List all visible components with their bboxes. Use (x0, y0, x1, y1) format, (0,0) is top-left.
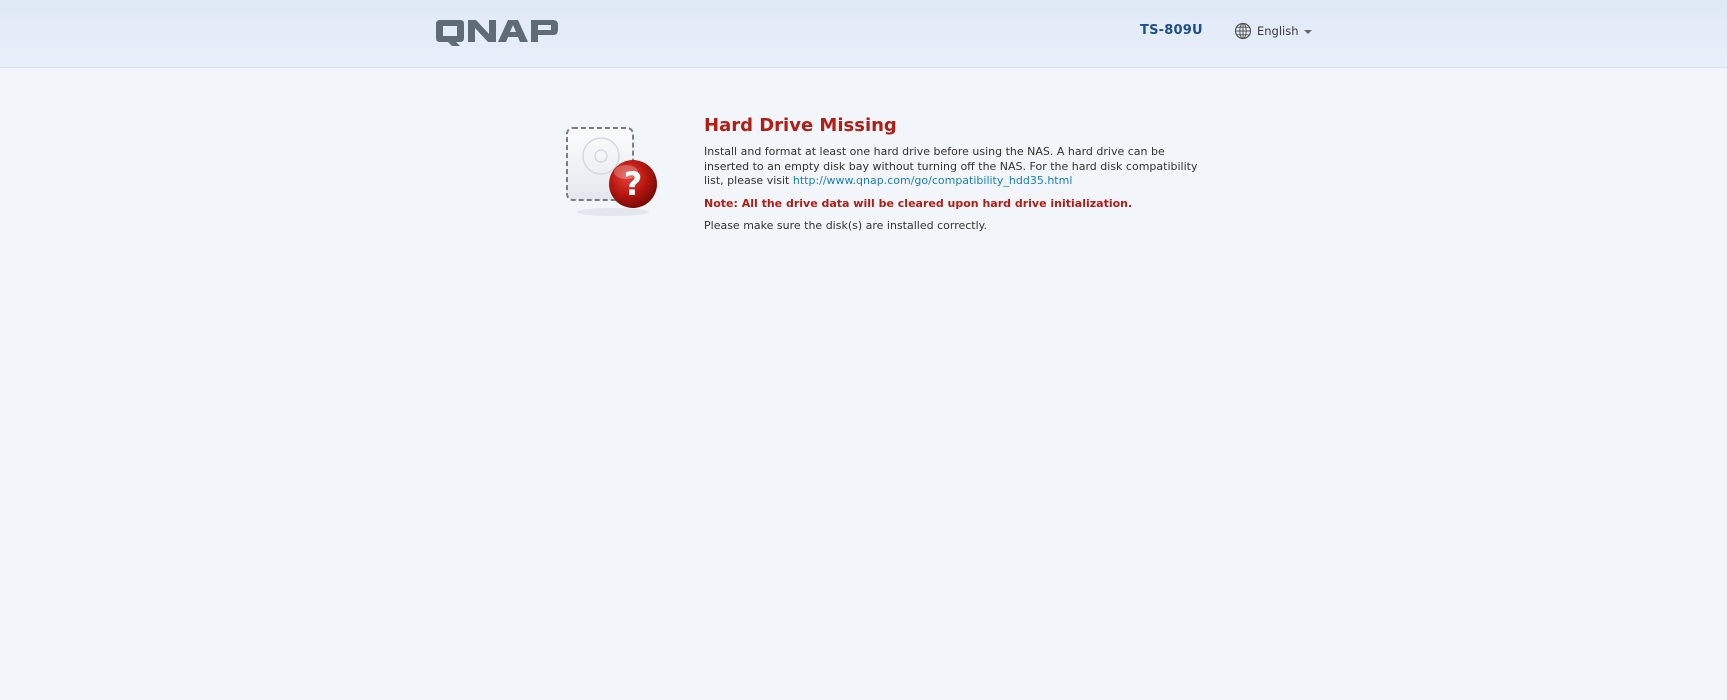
chevron-down-icon (1303, 29, 1312, 34)
hard-drive-question-icon: ? (566, 127, 657, 216)
qnap-logo (436, 20, 558, 46)
top-header: TS-809U English (0, 0, 1727, 68)
page-title: Hard Drive Missing (704, 115, 897, 136)
install-message: Please make sure the disk(s) are install… (704, 218, 988, 232)
model-name: TS-809U (1140, 23, 1203, 38)
svg-text:?: ? (624, 165, 643, 203)
description-text: Install and format at least one hard dri… (704, 145, 1204, 189)
message-panel: Hard Drive Missing Install and format at… (704, 115, 1204, 233)
globe-icon (1234, 22, 1252, 40)
compatibility-link[interactable]: http://www.qnap.com/go/compatibility_hdd… (793, 174, 1073, 187)
language-label: English (1257, 24, 1299, 38)
warning-note: Note: All the drive data will be cleared… (704, 196, 1133, 210)
language-selector[interactable]: English (1234, 22, 1312, 40)
